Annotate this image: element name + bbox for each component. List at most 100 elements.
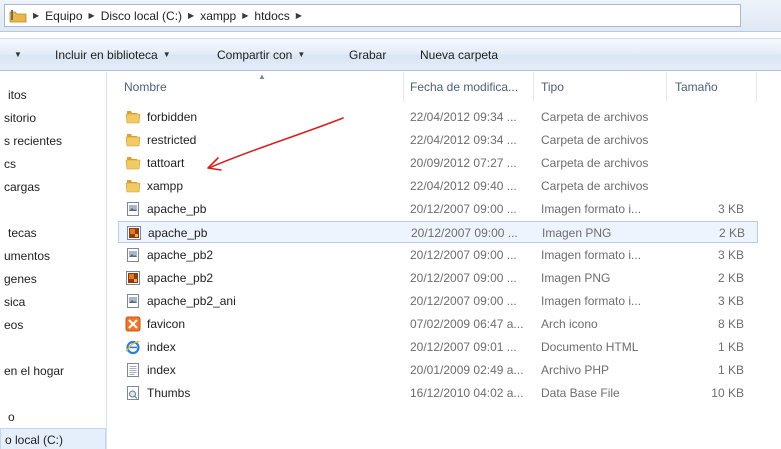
file-size bbox=[674, 106, 744, 128]
file-type: Arch icono bbox=[541, 317, 598, 331]
file-size: 1 KB bbox=[717, 363, 744, 377]
nav-item-desktop[interactable]: sitorio bbox=[4, 107, 36, 129]
file-type: Carpeta de archivos bbox=[541, 110, 649, 124]
text-file-icon bbox=[125, 359, 143, 381]
file-size: 3 KB bbox=[717, 294, 744, 308]
nav-item-computer[interactable]: o bbox=[8, 406, 15, 428]
list-item[interactable]: index 20/01/2009 02:49 a... Archivo PHP … bbox=[118, 359, 758, 381]
burn-label: Grabar bbox=[349, 47, 387, 62]
new-folder-label: Nueva carpeta bbox=[420, 47, 499, 62]
file-name: apache_pb2 bbox=[147, 271, 214, 285]
nav-item-videos[interactable]: eos bbox=[4, 314, 23, 336]
file-type: Carpeta de archivos bbox=[541, 156, 649, 170]
column-header-size[interactable]: Tamaño bbox=[667, 72, 757, 102]
breadcrumb-item[interactable]: Equipo bbox=[45, 9, 82, 23]
file-type: Archivo PHP bbox=[541, 363, 610, 377]
file-size bbox=[674, 152, 744, 174]
chevron-right-icon[interactable]: ▶ bbox=[89, 11, 95, 20]
breadcrumb-item[interactable]: xampp bbox=[200, 9, 236, 23]
chevron-right-icon[interactable]: ▶ bbox=[33, 11, 39, 20]
nav-item-local-disk[interactable]: o local (C:) bbox=[0, 428, 106, 449]
organize-button[interactable]: ▼ bbox=[14, 39, 22, 70]
burn-button[interactable]: Grabar bbox=[349, 39, 386, 70]
file-name: apache_pb bbox=[148, 226, 208, 240]
file-type: Data Base File bbox=[541, 386, 620, 400]
file-name: index bbox=[147, 340, 176, 354]
file-date: 22/04/2012 09:40 ... bbox=[410, 179, 517, 193]
file-name: restricted bbox=[147, 133, 197, 147]
file-type: Imagen formato i... bbox=[541, 202, 642, 216]
column-header-type[interactable]: Tipo bbox=[534, 72, 667, 102]
folder-icon bbox=[125, 175, 143, 197]
list-item[interactable]: apache_pb2 20/12/2007 09:00 ... Imagen f… bbox=[118, 244, 758, 266]
nav-item-images[interactable]: genes bbox=[4, 268, 37, 290]
nav-item-homegroup[interactable]: en el hogar bbox=[4, 360, 64, 382]
folder-icon bbox=[125, 152, 143, 174]
list-item[interactable]: tattoart 20/09/2012 07:27 ... Carpeta de… bbox=[118, 152, 758, 174]
file-size: 1 KB bbox=[717, 340, 744, 354]
column-header-date[interactable]: Fecha de modifica... bbox=[404, 72, 534, 102]
chevron-right-icon[interactable]: ▶ bbox=[242, 11, 248, 20]
file-name: Thumbs bbox=[147, 386, 191, 400]
file-date: 20/12/2007 09:00 ... bbox=[410, 294, 517, 308]
nav-item-favorites[interactable]: itos bbox=[8, 84, 27, 106]
list-item[interactable]: apache_pb2_ani 20/12/2007 09:00 ... Imag… bbox=[118, 290, 758, 312]
include-in-library-button[interactable]: Incluir en biblioteca ▼ bbox=[55, 39, 171, 70]
database-file-icon bbox=[125, 382, 143, 404]
list-item[interactable]: restricted 22/04/2012 09:34 ... Carpeta … bbox=[118, 129, 758, 151]
breadcrumb-item[interactable]: Disco local (C:) bbox=[101, 9, 182, 23]
file-date: 22/04/2012 09:34 ... bbox=[410, 110, 517, 124]
new-folder-button[interactable]: Nueva carpeta bbox=[420, 39, 498, 70]
command-bar: ▼ Incluir en biblioteca ▼ Compartir con … bbox=[0, 38, 781, 71]
file-type: Imagen PNG bbox=[541, 271, 611, 285]
image-file-icon bbox=[125, 290, 143, 312]
share-with-button[interactable]: Compartir con ▼ bbox=[217, 39, 305, 70]
file-name: apache_pb2 bbox=[147, 248, 214, 262]
xampp-favicon-icon bbox=[125, 313, 143, 335]
nav-item-music[interactable]: sica bbox=[4, 291, 25, 313]
nav-item-documents[interactable]: umentos bbox=[4, 245, 50, 267]
file-date: 20/09/2012 07:27 ... bbox=[410, 156, 517, 170]
file-size: 2 KB bbox=[718, 226, 745, 240]
column-header-name[interactable]: Nombre bbox=[108, 72, 404, 102]
list-item[interactable]: forbidden 22/04/2012 09:34 ... Carpeta d… bbox=[118, 106, 758, 128]
file-size: 3 KB bbox=[717, 248, 744, 262]
chevron-down-icon: ▼ bbox=[14, 50, 22, 59]
breadcrumb-item[interactable]: htdocs bbox=[254, 9, 289, 23]
list-item[interactable]: apache_pb2 20/12/2007 09:00 ... Imagen P… bbox=[118, 267, 758, 289]
file-date: 20/12/2007 09:00 ... bbox=[410, 248, 517, 262]
file-date: 20/12/2007 09:01 ... bbox=[410, 340, 517, 354]
list-item[interactable]: Thumbs 16/12/2010 04:02 a... Data Base F… bbox=[118, 382, 758, 404]
file-type: Imagen formato i... bbox=[541, 294, 642, 308]
list-item[interactable]: apache_pb 20/12/2007 09:00 ... Imagen PN… bbox=[118, 221, 758, 243]
nav-item-recent-places[interactable]: s recientes bbox=[4, 130, 62, 152]
file-size: 2 KB bbox=[717, 271, 744, 285]
file-size: 10 KB bbox=[711, 386, 744, 400]
list-item[interactable]: favicon 07/02/2009 06:47 a... Arch icono… bbox=[118, 313, 758, 335]
list-item[interactable]: apache_pb 20/12/2007 09:00 ... Imagen fo… bbox=[118, 198, 758, 220]
navigation-pane: itos sitorio s recientes cs cargas tecas… bbox=[0, 72, 107, 449]
address-field[interactable]: ▶ Equipo ▶ Disco local (C:) ▶ xampp ▶ ht… bbox=[4, 4, 741, 27]
include-in-library-label: Incluir en biblioteca bbox=[55, 47, 158, 62]
nav-item-downloads-1[interactable]: cs bbox=[4, 153, 16, 175]
file-date: 20/12/2007 09:00 ... bbox=[411, 226, 518, 240]
column-header-row: ▲ Nombre Fecha de modifica... Tipo Tamañ… bbox=[108, 72, 781, 102]
list-item[interactable]: index 20/12/2007 09:01 ... Documento HTM… bbox=[118, 336, 758, 358]
chevron-down-icon: ▼ bbox=[162, 50, 171, 59]
chevron-right-icon[interactable]: ▶ bbox=[188, 11, 194, 20]
png-image-icon bbox=[126, 222, 144, 244]
file-date: 22/04/2012 09:34 ... bbox=[410, 133, 517, 147]
list-item[interactable]: xampp 22/04/2012 09:40 ... Carpeta de ar… bbox=[118, 175, 758, 197]
nav-item-libraries[interactable]: tecas bbox=[8, 222, 37, 244]
nav-item-downloads[interactable]: cargas bbox=[4, 176, 40, 198]
file-date: 20/12/2007 09:00 ... bbox=[410, 271, 517, 285]
file-name: apache_pb bbox=[147, 202, 207, 216]
file-date: 16/12/2010 04:02 a... bbox=[410, 386, 524, 400]
folder-icon bbox=[9, 9, 27, 23]
file-name: forbidden bbox=[147, 110, 198, 124]
file-type: Carpeta de archivos bbox=[541, 133, 649, 147]
folder-icon bbox=[125, 129, 143, 151]
chevron-right-icon[interactable]: ▶ bbox=[296, 11, 302, 20]
file-size: 8 KB bbox=[717, 317, 744, 331]
chevron-down-icon: ▼ bbox=[297, 50, 306, 59]
